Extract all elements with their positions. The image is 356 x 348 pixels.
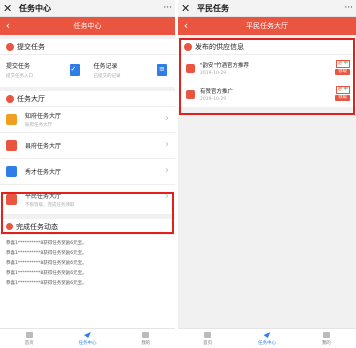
submit-section-header: 提交任务	[0, 39, 175, 55]
row-title: 县府任务大厅	[25, 143, 62, 150]
highlight-box	[179, 38, 355, 115]
tab-label: 首页	[24, 341, 34, 346]
tab-label: 我的	[321, 341, 331, 346]
close-icon[interactable]: ✕	[3, 0, 15, 17]
hall-row-xiucai[interactable]: 秀才任务大厅 ›	[0, 159, 175, 185]
submit-section-title: 提交任务	[17, 42, 45, 51]
more-icon[interactable]: ···	[163, 3, 172, 13]
tab-label: 任务中心	[257, 341, 276, 346]
book-icon	[6, 140, 17, 151]
window-titlebar: ✕ 平民任务 ···	[178, 0, 356, 17]
document-icon	[157, 64, 167, 76]
tab-label: 我的	[141, 341, 151, 346]
user-icon	[142, 332, 150, 338]
tab-task-center[interactable]: 任务中心	[58, 329, 116, 348]
tab-mine[interactable]: 我的	[297, 329, 356, 348]
tab-home[interactable]: 首页	[178, 329, 237, 348]
send-icon	[263, 332, 271, 338]
section-marker-icon	[6, 94, 14, 103]
activity-log: 恭喜1**********8获得任务奖励6元宝。 恭喜1**********8获…	[0, 235, 175, 289]
nav-bar: ‹ 平民任务大厅	[178, 17, 356, 35]
nav-bar: ‹ 任务中心	[0, 17, 175, 35]
window-titlebar: ✕ 任务中心 ···	[0, 0, 175, 17]
log-line: 恭喜1**********8获得任务奖励6元宝。	[6, 241, 87, 246]
chevron-right-icon: ›	[165, 165, 169, 176]
log-line: 恭喜1**********8获得任务奖励6元宝。	[6, 251, 87, 256]
chevron-right-icon: ›	[165, 139, 169, 150]
bottom-tab-bar: 首页 任务中心 我的	[0, 328, 175, 348]
row-title: 秀才任务大厅	[25, 169, 62, 176]
hall-section-header: 任务大厅	[0, 91, 175, 107]
submit-task-card[interactable]: 提交任务 提交任务入口	[0, 55, 88, 87]
nav-title: 平民任务大厅	[246, 22, 288, 30]
row-title: 知府任务大厅	[25, 113, 62, 120]
log-line: 恭喜1**********8获得任务奖励6元宝。	[6, 271, 87, 276]
log-line: 恭喜1**********8获得任务奖励6元宝。	[6, 261, 87, 266]
row-subtitle: 知府任务大厅	[25, 123, 52, 128]
submit-section: 提交任务 提交任务 提交任务入口 任务记录 已提交的记录	[0, 39, 175, 87]
person-icon	[6, 114, 17, 125]
tab-label: 首页	[203, 341, 213, 346]
window-title: 平民任务	[197, 3, 229, 13]
clipboard-check-icon	[69, 64, 80, 76]
tab-label: 任务中心	[78, 341, 97, 346]
chevron-right-icon: ›	[165, 113, 169, 124]
window-title: 任务中心	[19, 3, 51, 13]
send-icon	[83, 332, 91, 338]
graduation-cap-icon	[6, 166, 17, 177]
section-marker-icon	[6, 42, 14, 51]
hall-section-title: 任务大厅	[17, 94, 45, 103]
user-icon	[322, 332, 330, 338]
left-phone-screen: ✕ 任务中心 ··· ‹ 任务中心 提交任务 提交任务 提交任务入口 任务记录 …	[0, 0, 175, 348]
nav-title: 任务中心	[73, 22, 102, 30]
bottom-tab-bar: 首页 任务中心 我的	[178, 328, 356, 348]
log-line: 恭喜1**********8获得任务奖励6元宝。	[6, 281, 87, 286]
hall-row-xianfu[interactable]: 县府任务大厅 ›	[0, 133, 175, 159]
right-phone-screen: ✕ 平民任务 ··· ‹ 平民任务大厅 发布的供应信息 "韵安"竹酒官方推荐 2…	[178, 0, 356, 348]
tab-task-center[interactable]: 任务中心	[237, 329, 296, 348]
hall-row-zhifu[interactable]: 知府任务大厅 知府任务大厅 ›	[0, 107, 175, 133]
task-record-card[interactable]: 任务记录 已提交的记录	[88, 55, 176, 87]
home-icon	[25, 332, 33, 338]
done-section: 完成任务动态 恭喜1**********8获得任务奖励6元宝。 恭喜1*****…	[0, 219, 175, 329]
more-icon[interactable]: ···	[344, 3, 353, 13]
home-icon	[204, 332, 212, 338]
close-icon[interactable]: ✕	[181, 0, 193, 17]
tab-mine[interactable]: 我的	[117, 329, 175, 348]
tab-home[interactable]: 首页	[0, 329, 58, 348]
highlight-box	[1, 192, 174, 234]
